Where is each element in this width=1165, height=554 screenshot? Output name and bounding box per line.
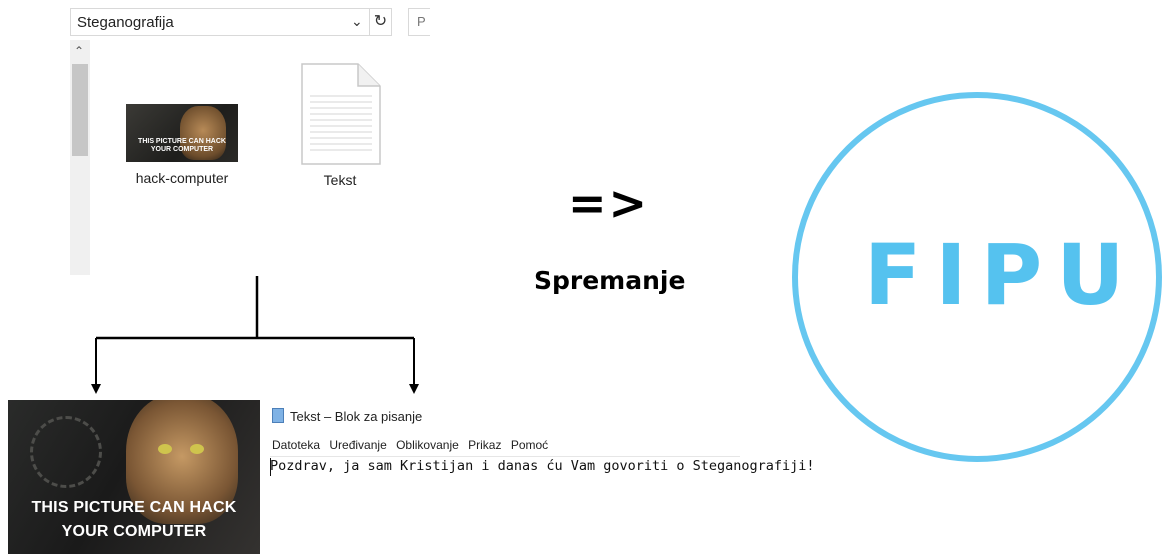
cat-eye [158,444,172,454]
menu-item-prikaz[interactable]: Prikaz [468,438,501,452]
arrow-down-icon [409,384,419,394]
fipu-logo-text: FIPU [864,226,1139,324]
output-image: THIS PICTURE CAN HACK YOUR COMPUTER [8,400,260,554]
gear-graphic [30,416,102,488]
notepad-title: Tekst – Blok za pisanje [290,409,423,424]
text-cursor [270,458,271,476]
menu-item-oblikovanje[interactable]: Oblikovanje [396,438,459,452]
cat-eye [190,444,204,454]
caption-label: Spremanje [534,266,686,295]
image-caption: THIS PICTURE CAN HACK YOUR COMPUTER [31,499,237,540]
menu-item-uredivanje[interactable]: Uređivanje [329,438,386,452]
notepad-menubar: Datoteka Uređivanje Oblikovanje Prikaz P… [272,438,554,452]
menu-item-datoteka[interactable]: Datoteka [272,438,320,452]
divider [270,456,740,457]
arrow-symbol: => [568,176,650,230]
menu-item-pomoc[interactable]: Pomoć [511,438,548,452]
notepad-icon [272,408,284,423]
arrow-down-icon [91,384,101,394]
notepad-text-area[interactable]: Pozdrav, ja sam Kristijan i danas ću Vam… [270,458,815,474]
notepad-window: Tekst – Blok za pisanje Datoteka Uređiva… [270,400,815,490]
